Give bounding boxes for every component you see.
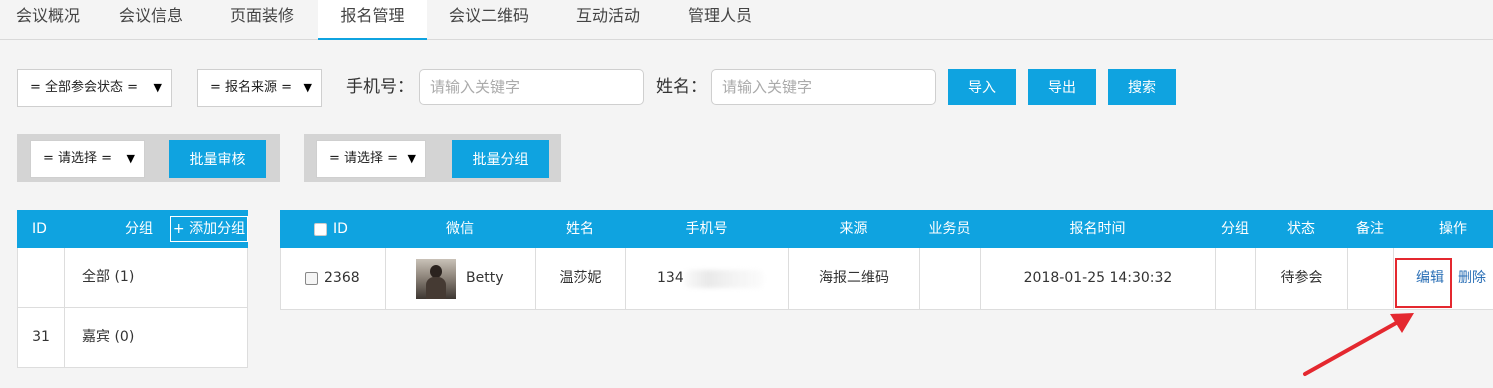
red-arrow-icon [1303, 313, 1414, 376]
